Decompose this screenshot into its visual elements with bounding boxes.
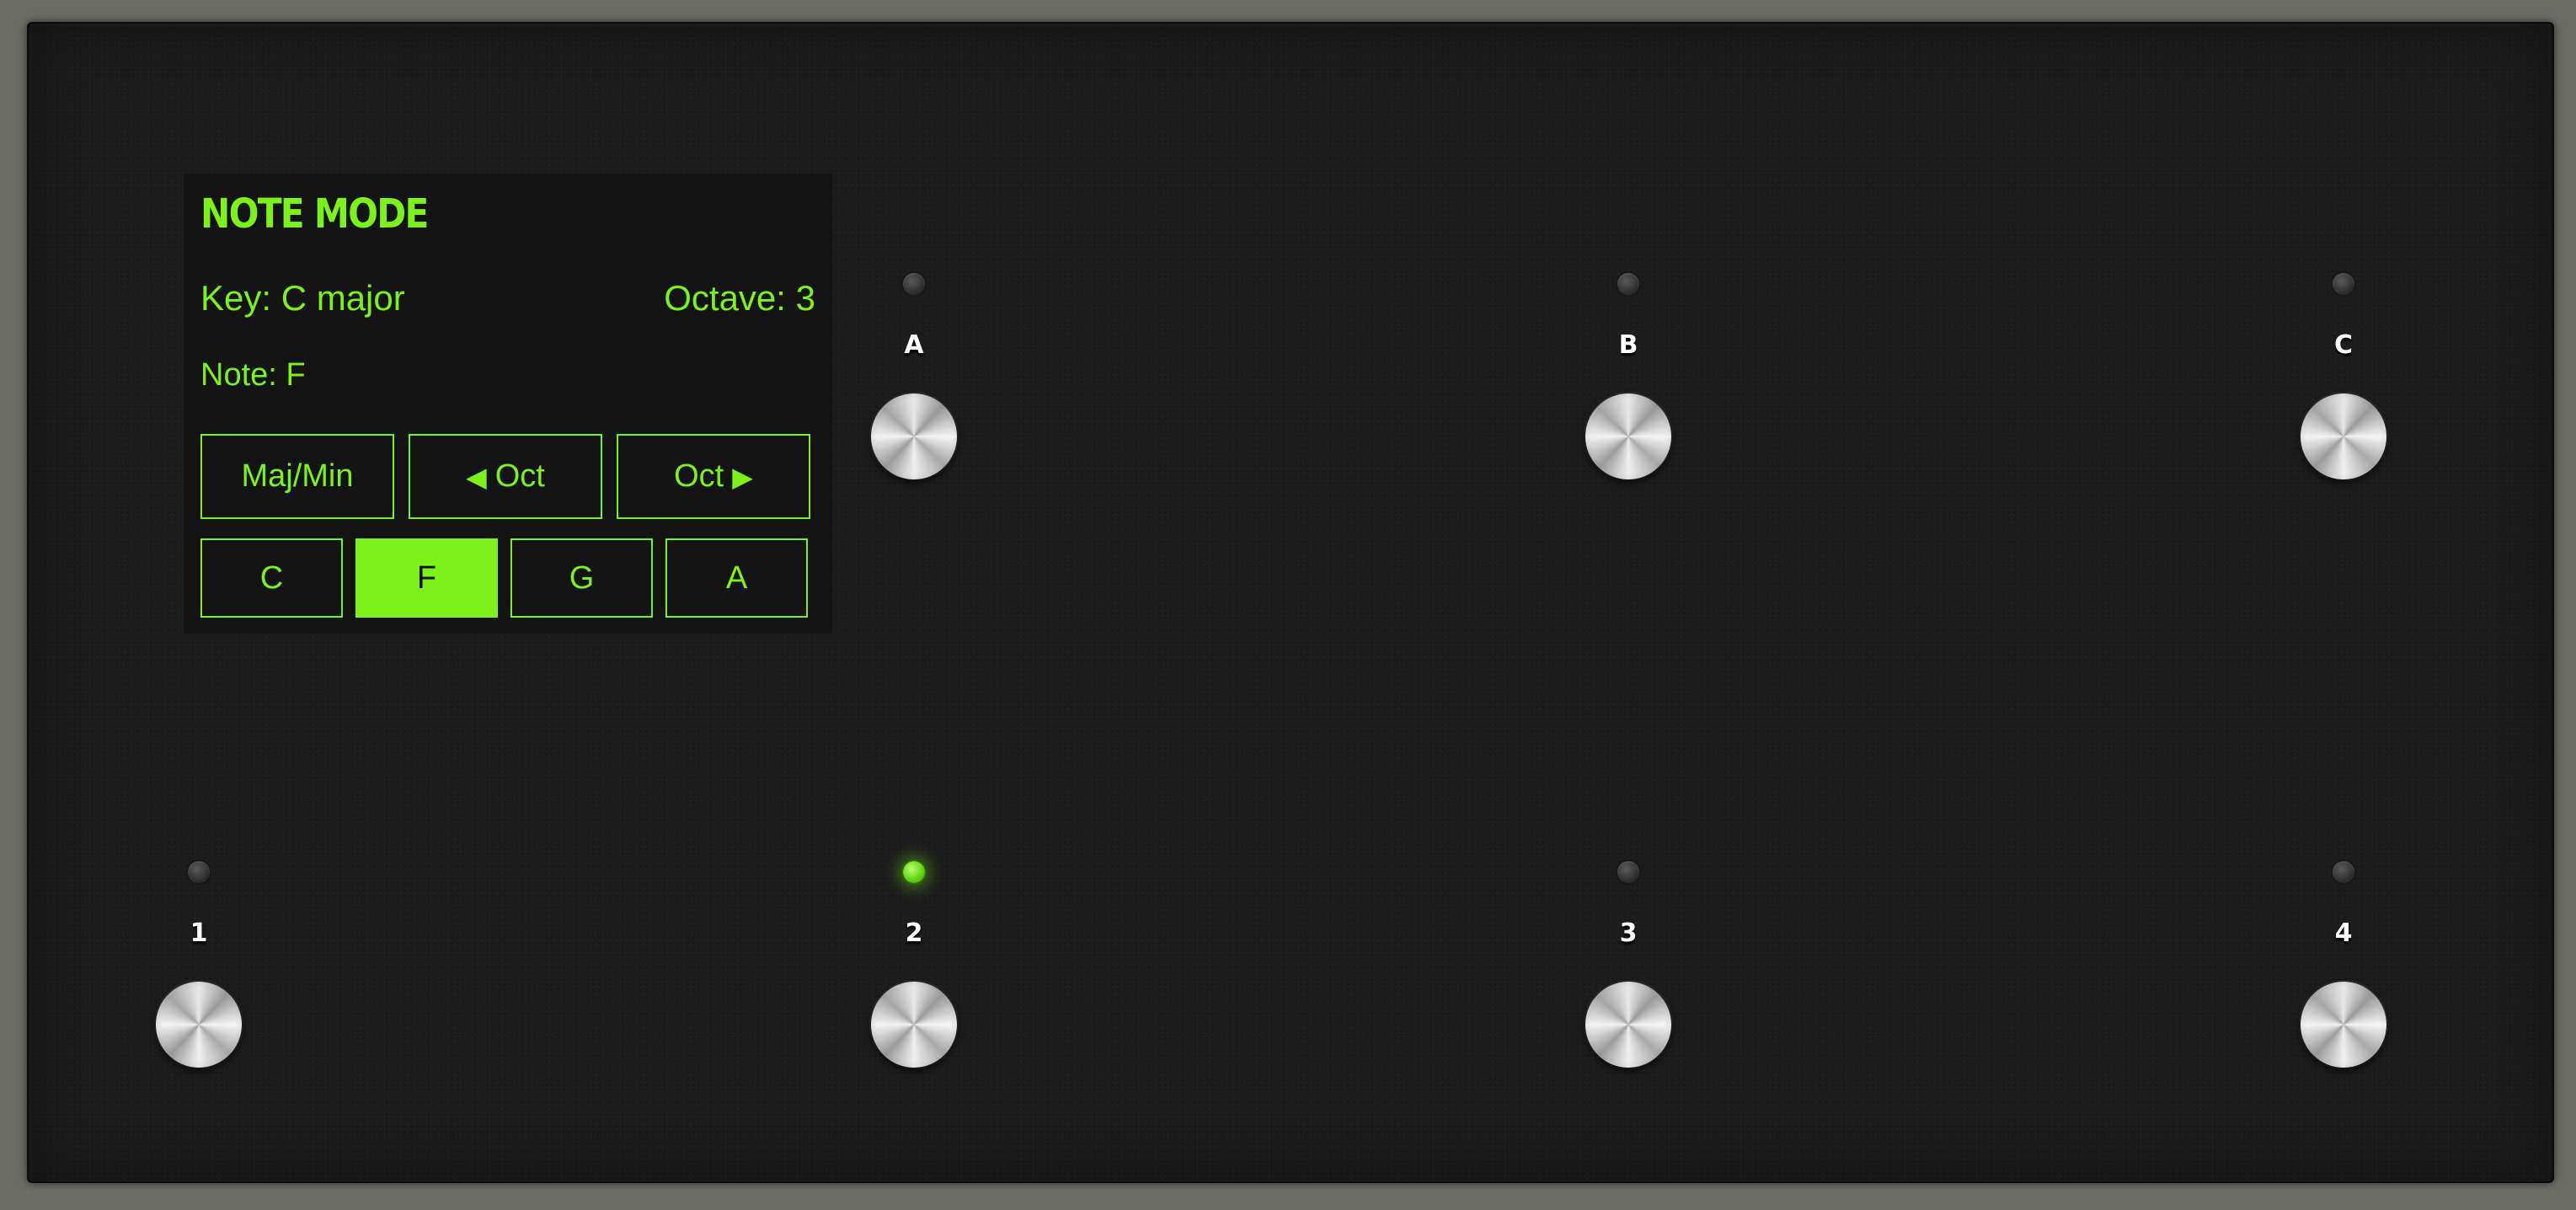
- maj-min-label: Maj/Min: [241, 458, 354, 494]
- note-button-f[interactable]: F: [355, 538, 498, 618]
- octave-down-label: Oct: [494, 458, 545, 494]
- display-title: NOTE MODE: [200, 190, 429, 238]
- footswitch-knob[interactable]: [2301, 394, 2386, 479]
- footswitch-1: 1: [115, 861, 283, 1080]
- led-indicator: [1617, 273, 1639, 295]
- note-mode-display: NOTE MODE Key: C major Octave: 3 Note: F…: [184, 174, 832, 634]
- footswitch-4: 4: [2259, 861, 2428, 1080]
- switch-label: 3: [1619, 918, 1638, 948]
- octave-up-button[interactable]: Oct ▶: [617, 434, 810, 519]
- note-readout: Note: F: [200, 357, 306, 393]
- footswitch-knob[interactable]: [871, 394, 957, 479]
- led-indicator: [903, 273, 925, 295]
- note-button-label: A: [725, 559, 748, 596]
- octave-down-button[interactable]: ◀ Oct: [409, 434, 602, 519]
- octave-up-label: Oct: [674, 458, 724, 494]
- note-button-label: G: [569, 559, 595, 596]
- octave-readout: Octave: 3: [664, 278, 815, 318]
- switch-label: C: [2333, 330, 2354, 360]
- switch-label: 1: [190, 918, 208, 948]
- switch-label: A: [904, 330, 924, 360]
- led-indicator: [2333, 273, 2354, 295]
- switch-label: 4: [2334, 918, 2353, 948]
- footswitch-knob[interactable]: [1585, 394, 1671, 479]
- note-button-label: F: [416, 559, 437, 596]
- key-readout: Key: C major: [200, 278, 405, 318]
- note-button-label: C: [259, 559, 284, 596]
- footswitch-knob[interactable]: [1585, 982, 1671, 1068]
- footswitch-c: C: [2259, 273, 2428, 492]
- switch-label: B: [1618, 330, 1638, 360]
- led-indicator: [2333, 861, 2354, 883]
- footswitch-a: A: [830, 273, 998, 492]
- footswitch-knob[interactable]: [156, 982, 242, 1068]
- footswitch-3: 3: [1544, 861, 1713, 1080]
- footswitch-knob[interactable]: [2301, 982, 2386, 1068]
- footswitch-2: 2: [830, 861, 998, 1080]
- note-button-c[interactable]: C: [200, 538, 343, 618]
- note-button-g[interactable]: G: [510, 538, 653, 618]
- led-indicator: [188, 861, 210, 883]
- triangle-right-icon: ▶: [732, 461, 753, 492]
- footswitch-b: B: [1544, 273, 1713, 492]
- triangle-left-icon: ◀: [466, 461, 487, 492]
- footswitch-knob[interactable]: [871, 982, 957, 1068]
- switch-label: 2: [905, 918, 923, 948]
- maj-min-button[interactable]: Maj/Min: [200, 434, 394, 519]
- led-indicator: [1617, 861, 1639, 883]
- pedalboard-panel: NOTE MODE Key: C major Octave: 3 Note: F…: [27, 22, 2554, 1183]
- led-indicator-lit: [903, 861, 925, 883]
- note-button-a[interactable]: A: [665, 538, 808, 618]
